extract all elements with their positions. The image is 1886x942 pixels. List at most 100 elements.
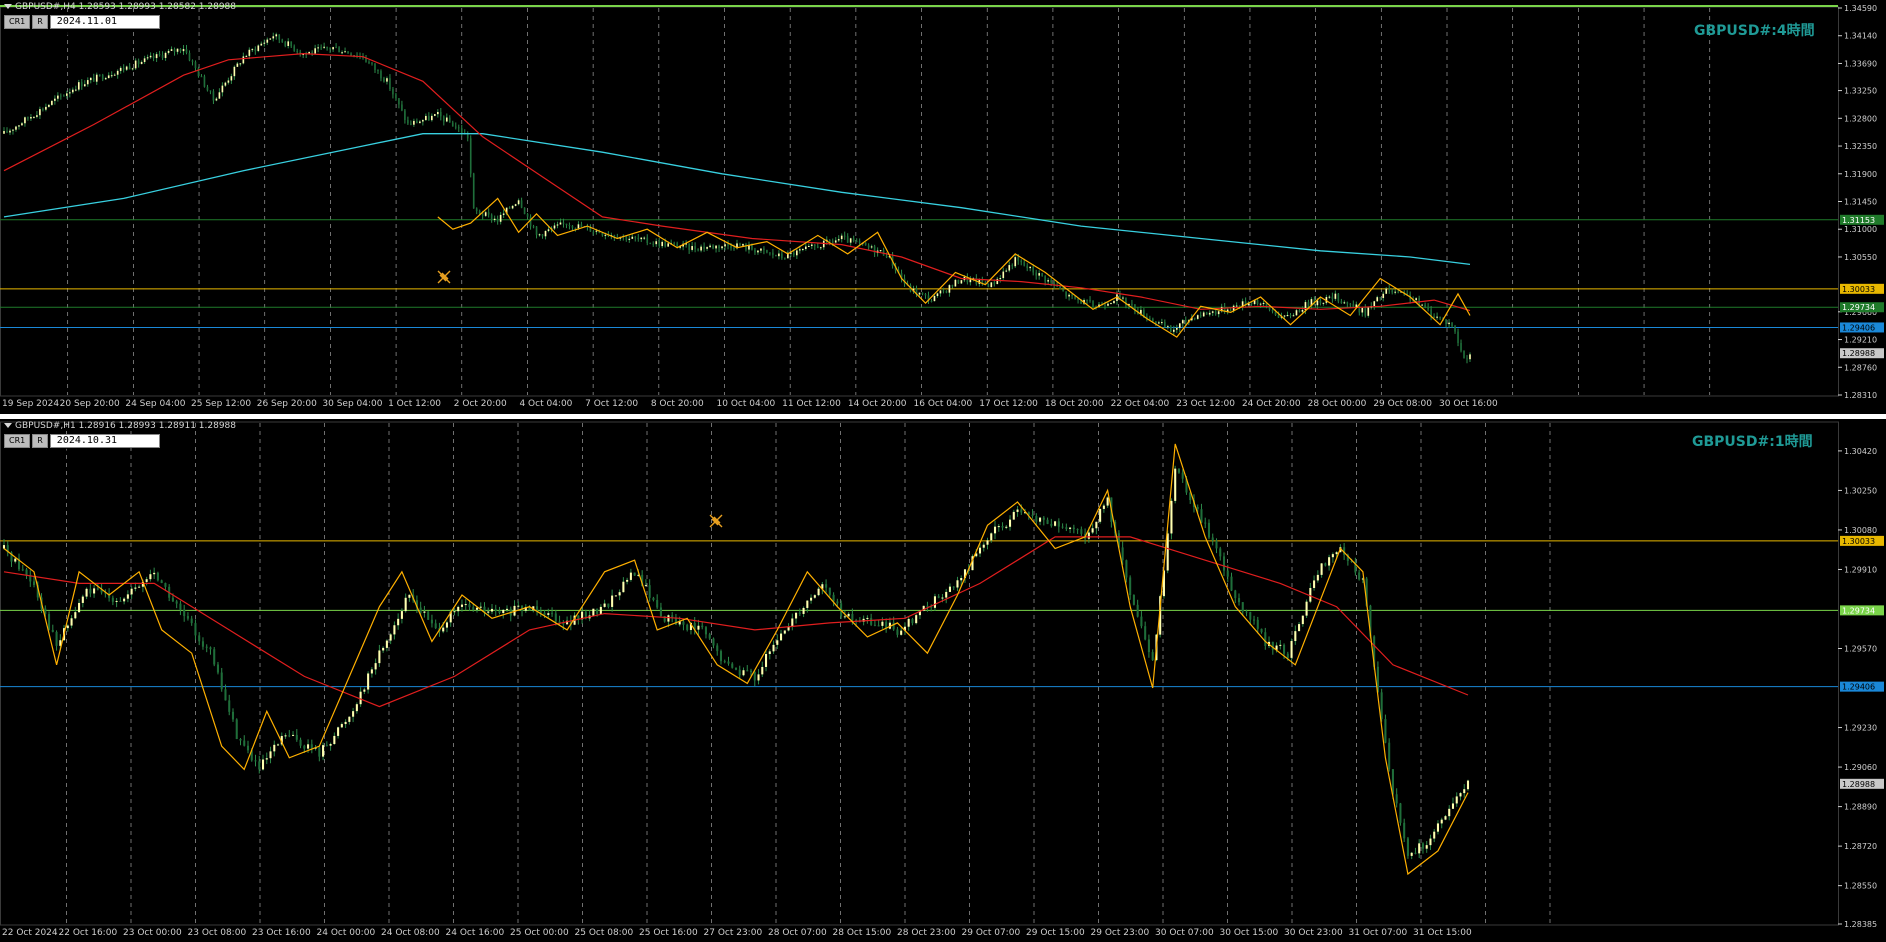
candle-body [881,621,884,626]
candle-body [78,602,81,613]
h4-cr1-button[interactable]: CR1 [4,15,31,29]
candle-body [1234,590,1237,599]
candle-body [359,691,362,705]
candle-body [74,612,77,619]
candle-body [554,613,557,622]
y-axis-label: 1.29910 [1844,565,1877,574]
candle-body [514,204,517,206]
candle-body [386,78,388,82]
chart-pane-h1[interactable]: 22 Oct 2024 22 Oct 16:00 23 Oct 00:00 23 Oc… [0,419,1886,942]
x-axis-label: 2 Oct 20:00 [454,399,507,409]
candle-body [472,173,475,209]
candle-body [529,216,532,227]
candle-body [993,526,997,534]
x-axis-label: 24 Oct 00:00 [317,928,376,938]
candle-body [1230,576,1233,591]
candle-body [1436,316,1438,318]
x-axis-label: 25 Sep 12:00 [191,399,251,409]
candle-body [320,47,322,49]
candle-body [493,218,496,221]
h1-chart-canvas[interactable]: 22 Oct 2024 22 Oct 16:00 23 Oct 00:00 23 Oc… [0,419,1886,942]
candle-body [1320,563,1323,575]
candle-body [126,594,129,599]
h1-r-button[interactable]: R [32,434,48,448]
candle-body [1091,528,1094,533]
candle-body [603,603,606,607]
candle-body [1425,845,1428,849]
y-axis-label: 1.28550 [1844,882,1877,891]
candle-body [1290,641,1293,658]
candle-body [1039,517,1042,522]
candle-body [265,758,268,760]
candle-body [57,95,59,99]
h4-date-field[interactable]: 2024.11.01 00:00 [49,15,160,39]
candle-body [1313,580,1316,588]
candle-body [284,42,287,46]
h1-date-field[interactable]: 2024.10.31 23:00 [49,434,160,458]
candle-body [254,760,257,762]
collapse-triangle-icon[interactable] [4,423,12,428]
candle-body [1095,521,1098,529]
candle-body [1271,309,1274,312]
candle-body [1050,523,1053,526]
candle-body [363,689,366,692]
candle-body [1214,311,1217,315]
h4-chart-canvas[interactable]: 19 Sep 2024 20 Sep 20:00 24 Sep 04:00 25 Se… [0,0,1886,414]
candle-body [634,236,637,238]
candle-body [1140,616,1143,627]
collapse-triangle-icon[interactable] [4,4,12,9]
candle-body [652,243,655,245]
candle-body [553,225,556,229]
candle-body [235,719,238,739]
candle-body [382,647,385,651]
candle-body [1023,262,1026,266]
candle-body [831,241,834,243]
candle-body [599,606,602,614]
h1-cr1-button[interactable]: CR1 [4,434,31,448]
candle-body [1215,540,1218,549]
y-axis-label: 1.29060 [1844,763,1877,772]
candle-body [25,569,28,575]
candle-body [341,52,343,54]
candle-body [633,572,636,576]
candle-body [618,592,621,596]
x-axis-label: 10 Oct 04:00 [717,399,776,409]
candle-body [1035,515,1038,522]
candle-body [667,615,670,622]
candle-body [1250,302,1253,304]
crossed-out-marker-icon[interactable] [437,270,451,284]
candle-body [1440,819,1443,824]
candle-body [810,244,813,247]
h4-r-button[interactable]: R [32,15,48,29]
candle-body [125,66,128,70]
candle-body [1205,312,1208,315]
candle-body [2,545,6,549]
candle-body [526,214,529,217]
candle-body [852,238,855,242]
candle-body [936,293,939,296]
candle-body [1122,297,1124,299]
candle-body [413,120,415,125]
candle-body [115,600,118,602]
candle-body [1032,266,1035,273]
candle-body [1237,598,1241,603]
x-axis-label: 28 Oct 07:00 [768,928,827,938]
candle-body [701,625,704,628]
candle-body [517,605,520,607]
candle-body [562,623,565,625]
chart-pane-h4[interactable]: 19 Sep 2024 20 Sep 20:00 24 Sep 04:00 25 Se… [0,0,1886,414]
candle-body [885,255,888,258]
x-axis-label: 24 Oct 08:00 [381,928,440,938]
plot-frame [0,6,1839,397]
candle-body [308,51,310,54]
candle-body [83,84,86,87]
candle-body [520,200,523,208]
candle-body [1264,632,1267,646]
candle-body [511,205,514,209]
candle-body [1301,309,1304,312]
candle-body [1373,301,1376,307]
candle-body [828,239,831,242]
candle-body [538,234,541,236]
candle-body [1245,611,1248,613]
candle-body [1385,288,1388,294]
